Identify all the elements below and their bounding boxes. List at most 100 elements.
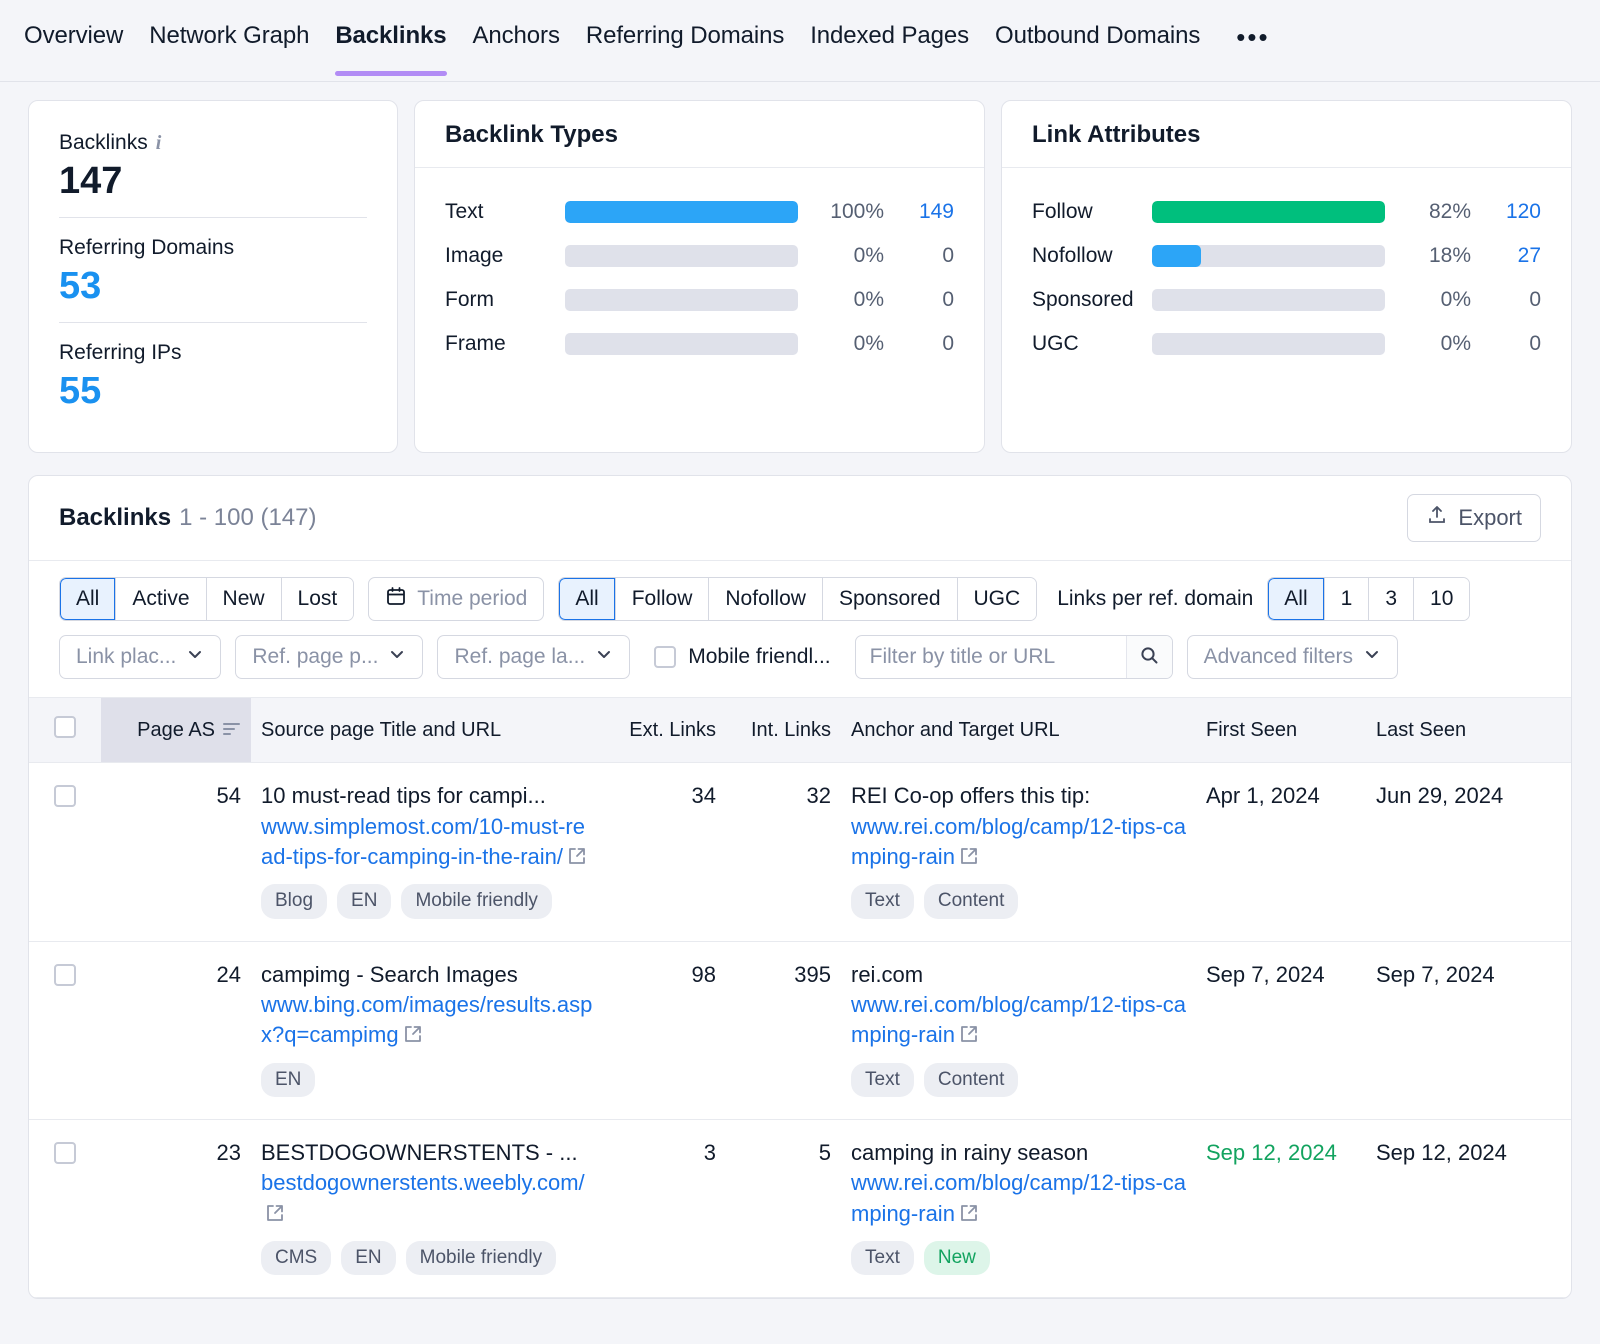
referring-domains-metric-value[interactable]: 53	[59, 266, 367, 308]
column-header-page-as[interactable]: Page AS	[101, 698, 251, 763]
select-all-checkbox[interactable]	[54, 716, 76, 738]
filter-option-follow[interactable]: Follow	[616, 578, 710, 620]
bar-count: 0	[884, 288, 954, 312]
bar-count: 0	[1471, 332, 1541, 356]
row-checkbox[interactable]	[54, 964, 76, 986]
tab-indexed-pages[interactable]: Indexed Pages	[810, 0, 969, 76]
filter-option-all[interactable]: All	[1268, 578, 1324, 620]
column-header-anchor[interactable]: Anchor and Target URL	[841, 698, 1196, 763]
source-tag-list: CMSENMobile friendly	[261, 1241, 596, 1275]
filter-option-active[interactable]: Active	[116, 578, 206, 620]
referring-ips-metric-value[interactable]: 55	[59, 371, 367, 413]
row-checkbox[interactable]	[54, 785, 76, 807]
tab-referring-domains[interactable]: Referring Domains	[586, 0, 784, 76]
backlinks-metric: Backlinks i 147	[59, 123, 367, 217]
tab-overview[interactable]: Overview	[24, 0, 123, 76]
source-tag: Mobile friendly	[406, 1241, 557, 1275]
sort-icon[interactable]	[223, 719, 241, 742]
ext-links-cell: 98	[606, 941, 726, 1119]
tab-anchors[interactable]: Anchors	[473, 0, 560, 76]
target-url-wrap: www.rei.com/blog/camp/12-tips-camping-ra…	[851, 1168, 1186, 1231]
column-header-last-seen[interactable]: Last Seen	[1366, 698, 1571, 763]
search-button[interactable]	[1126, 636, 1172, 678]
filter-option-all[interactable]: All	[60, 578, 116, 620]
ref-page-platform-dropdown[interactable]: Ref. page p...	[235, 635, 423, 679]
filter-option-nofollow[interactable]: Nofollow	[709, 578, 823, 620]
external-link-icon[interactable]	[959, 1022, 979, 1052]
link-attributes-title: Link Attributes	[1002, 101, 1571, 168]
chevron-down-icon	[1363, 645, 1381, 669]
table-row[interactable]: 24campimg - Search Imageswww.bing.com/im…	[29, 941, 1571, 1119]
target-url[interactable]: www.rei.com/blog/camp/12-tips-camping-ra…	[851, 814, 1186, 869]
search-input[interactable]	[856, 636, 1126, 678]
external-link-icon[interactable]	[959, 1201, 979, 1231]
source-page-url[interactable]: bestdogownerstents.weebly.com/	[261, 1170, 585, 1195]
target-url[interactable]: www.rei.com/blog/camp/12-tips-camping-ra…	[851, 1170, 1186, 1225]
external-link-icon[interactable]	[567, 844, 587, 874]
anchor-tag: New	[924, 1241, 990, 1275]
table-row[interactable]: 5410 must-read tips for campi...www.simp…	[29, 763, 1571, 941]
filter-option-ugc[interactable]: UGC	[958, 578, 1037, 620]
column-header-ext-links[interactable]: Ext. Links	[606, 698, 726, 763]
filter-option-1[interactable]: 1	[1325, 578, 1370, 620]
page-as-cell: 23	[101, 1119, 251, 1297]
external-link-icon[interactable]	[959, 844, 979, 874]
bar-count[interactable]: 149	[884, 200, 954, 224]
row-select-cell	[29, 1119, 101, 1297]
first-seen-cell: Sep 7, 2024	[1196, 941, 1366, 1119]
backlinks-metric-value: 147	[59, 161, 367, 203]
bar-track	[565, 201, 798, 223]
filter-option-all[interactable]: All	[559, 578, 615, 620]
info-icon[interactable]: i	[156, 132, 162, 155]
mobile-friendly-checkbox[interactable]	[654, 646, 676, 668]
links-per-ref-domain-group: All1310	[1267, 577, 1470, 621]
column-header-first-seen[interactable]: First Seen	[1196, 698, 1366, 763]
source-page-url[interactable]: www.simplemost.com/10-must-read-tips-for…	[261, 814, 585, 869]
page-title: Backlinks1 - 100 (147)	[59, 504, 317, 532]
filter-option-lost[interactable]: Lost	[282, 578, 354, 620]
anchor-text: REI Co-op offers this tip:	[851, 781, 1186, 811]
page-as-cell: 24	[101, 941, 251, 1119]
bar-count[interactable]: 120	[1471, 200, 1541, 224]
table-row[interactable]: 23BESTDOGOWNERSTENTS - ...bestdogownerst…	[29, 1119, 1571, 1297]
backlinks-summary-card: Backlinks i 147 Referring Domains 53 Ref…	[28, 100, 398, 453]
filter-option-new[interactable]: New	[207, 578, 282, 620]
time-period-filter[interactable]: Time period	[368, 577, 544, 621]
export-button[interactable]: Export	[1407, 494, 1541, 542]
mobile-friendly-filter[interactable]: Mobile friendl...	[654, 645, 830, 669]
tab-backlinks[interactable]: Backlinks	[335, 0, 446, 76]
ref-page-language-dropdown[interactable]: Ref. page la...	[437, 635, 630, 679]
row-checkbox[interactable]	[54, 1142, 76, 1164]
advanced-filters-dropdown[interactable]: Advanced filters	[1187, 635, 1398, 679]
filters-bar: AllActiveNewLost Time period AllFollowNo…	[29, 561, 1571, 697]
column-header-int-links[interactable]: Int. Links	[726, 698, 841, 763]
chevron-down-icon	[595, 645, 613, 669]
anchor-tag-list: TextNew	[851, 1241, 1186, 1275]
external-link-icon[interactable]	[403, 1022, 423, 1052]
more-tabs-icon[interactable]: •••	[1226, 0, 1269, 79]
backlinks-metric-label-text: Backlinks	[59, 131, 148, 155]
filter-option-3[interactable]: 3	[1369, 578, 1414, 620]
first-seen-date: Sep 7, 2024	[1206, 962, 1325, 987]
status-filter-group: AllActiveNewLost	[59, 577, 354, 621]
external-link-icon[interactable]	[265, 1201, 285, 1231]
bar-percent: 0%	[798, 244, 884, 268]
tab-outbound-domains[interactable]: Outbound Domains	[995, 0, 1200, 76]
target-url[interactable]: www.rei.com/blog/camp/12-tips-camping-ra…	[851, 992, 1186, 1047]
filter-option-10[interactable]: 10	[1414, 578, 1469, 620]
bar-track	[565, 333, 798, 355]
bar-label: Frame	[445, 332, 565, 356]
tab-network-graph[interactable]: Network Graph	[149, 0, 309, 76]
ref-page-language-label: Ref. page la...	[454, 645, 585, 669]
filter-option-sponsored[interactable]: Sponsored	[823, 578, 958, 620]
first-seen-date: Apr 1, 2024	[1206, 783, 1320, 808]
bar-label: UGC	[1032, 332, 1152, 356]
first-seen-cell: Sep 12, 2024	[1196, 1119, 1366, 1297]
calendar-icon	[385, 585, 407, 613]
bar-track	[1152, 245, 1385, 267]
bar-count[interactable]: 27	[1471, 244, 1541, 268]
table-header-row: Page ASSource page Title and URLExt. Lin…	[29, 698, 1571, 763]
column-header-source[interactable]: Source page Title and URL	[251, 698, 606, 763]
source-page-url[interactable]: www.bing.com/images/results.aspx?q=campi…	[261, 992, 592, 1047]
link-placement-dropdown[interactable]: Link plac...	[59, 635, 221, 679]
